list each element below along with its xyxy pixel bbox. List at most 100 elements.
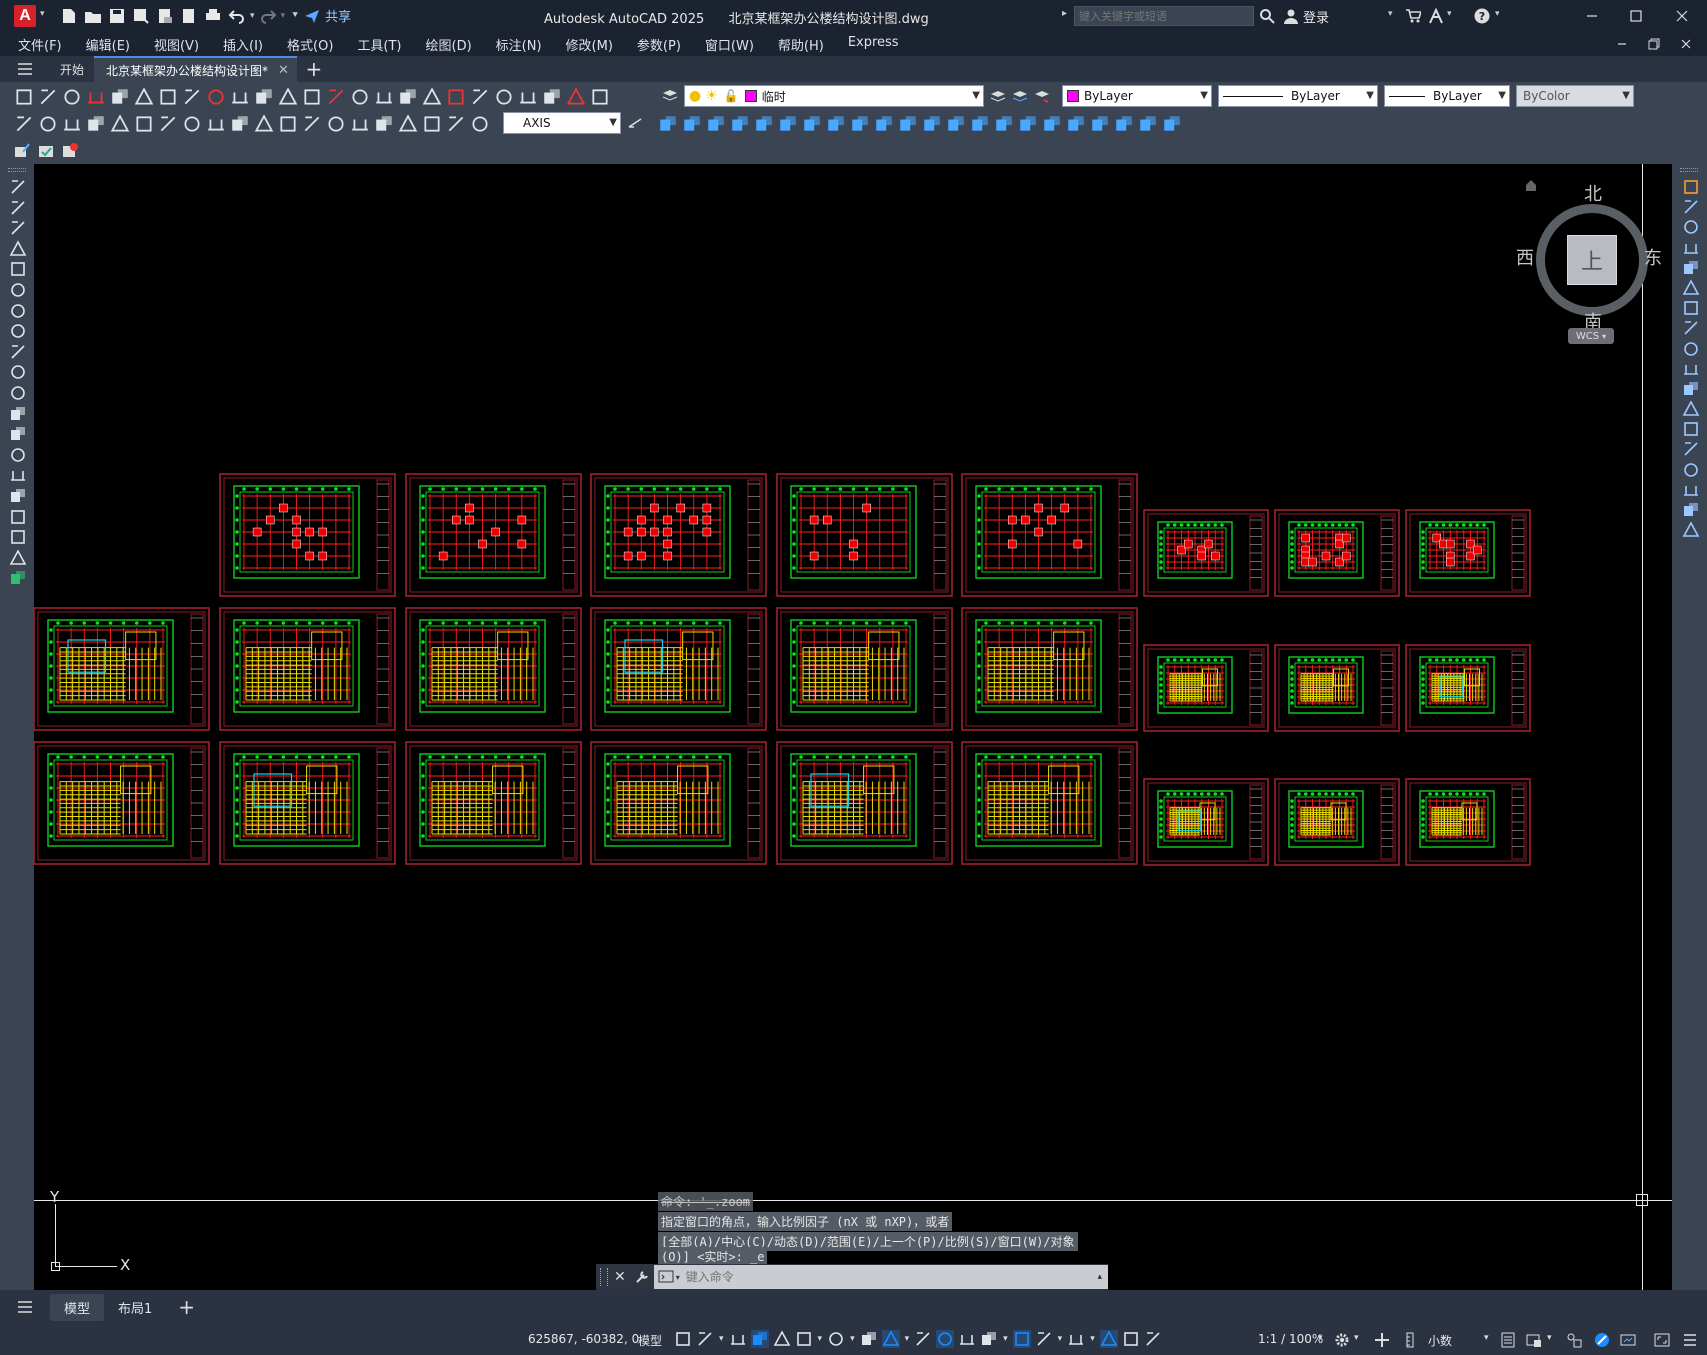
rotate-icon[interactable]: [1682, 299, 1700, 317]
baseline-dim-icon[interactable]: [230, 114, 250, 134]
clean-screen-icon[interactable]: [1620, 1332, 1636, 1348]
radius-dim-icon[interactable]: [110, 114, 130, 134]
isodraft-dropdown-icon[interactable]: ▾: [850, 1334, 855, 1344]
save-to-web-icon[interactable]: [180, 7, 198, 25]
jogged-dim-icon[interactable]: [134, 114, 154, 134]
multiline-text-icon[interactable]: [9, 549, 27, 567]
object-snap-icon[interactable]: [881, 1330, 900, 1348]
block-sync-icon[interactable]: [62, 142, 78, 158]
workspace-dropdown-icon[interactable]: ▾: [1354, 1333, 1359, 1343]
extract-edges-icon[interactable]: [850, 114, 870, 134]
ellipse-arc-icon[interactable]: [9, 384, 27, 402]
search-expand-icon[interactable]: ▸: [1062, 8, 1067, 19]
extend-icon[interactable]: [1682, 380, 1700, 398]
wcs-menu[interactable]: WCS ▾: [1568, 328, 1614, 344]
dimstyle-dropdown[interactable]: AXIS ▼: [503, 112, 621, 134]
quick-properties-icon[interactable]: [1500, 1332, 1516, 1348]
redo-tb-icon[interactable]: [326, 87, 346, 107]
arc-icon[interactable]: [9, 281, 27, 299]
palette-grip[interactable]: [8, 168, 26, 172]
command-history-toggle-icon[interactable]: ▴: [1097, 1272, 1102, 1282]
polar-dropdown-icon[interactable]: ▾: [818, 1334, 823, 1344]
coordinates-readout[interactable]: 625867, -60382, 0: [528, 1332, 639, 1346]
minimize-window-icon[interactable]: [1584, 8, 1600, 24]
insert-block-icon[interactable]: [9, 405, 27, 423]
ellipse-icon[interactable]: [9, 363, 27, 381]
rotate-faces-icon[interactable]: [1138, 114, 1158, 134]
paste-icon[interactable]: [230, 87, 250, 107]
erase-icon[interactable]: [1682, 178, 1700, 196]
tab-close-icon[interactable]: ✕: [278, 63, 289, 78]
redo-dropdown-icon[interactable]: ▾: [281, 11, 286, 21]
undo-dropdown-icon[interactable]: ▾: [250, 11, 255, 21]
polyline-icon[interactable]: [9, 219, 27, 237]
break-at-point-icon[interactable]: [1682, 400, 1700, 418]
object-snap-tracking-icon[interactable]: [860, 1330, 878, 1348]
imprint-icon[interactable]: [826, 114, 846, 134]
snap-dropdown-icon[interactable]: ▾: [719, 1334, 724, 1344]
command-customize-icon[interactable]: [634, 1269, 650, 1285]
new-tab-button[interactable]: +: [297, 56, 331, 82]
annotation-monitor-icon[interactable]: [1374, 1332, 1390, 1348]
tool-palettes-icon[interactable]: [494, 87, 514, 107]
model-space-canvas[interactable]: 北 南 西 东 上 WCS ▾ Y X 命令: '_.zoom 指定窗口的角点，…: [34, 164, 1672, 1290]
explode-icon[interactable]: [1682, 521, 1700, 539]
annotation-visibility-icon[interactable]: [1099, 1330, 1118, 1348]
command-close-icon[interactable]: ✕: [614, 1269, 626, 1285]
block-editor-icon[interactable]: [14, 142, 30, 158]
lineweight-dropdown[interactable]: ByLayer ▼: [1384, 85, 1510, 107]
viewcube-home-icon[interactable]: [1524, 178, 1538, 192]
array-icon[interactable]: [1682, 259, 1700, 277]
qnew-icon[interactable]: [14, 87, 34, 107]
point-icon[interactable]: [9, 446, 27, 464]
dim-update-icon[interactable]: [470, 114, 490, 134]
menu-item[interactable]: 格式(O): [275, 35, 345, 54]
plot-icon[interactable]: [204, 7, 222, 25]
file-tabs-menu-icon[interactable]: [0, 56, 50, 82]
3d-osnap-dropdown-icon[interactable]: ▾: [1003, 1334, 1008, 1344]
command-line-grip[interactable]: [600, 1268, 608, 1286]
selection-filter-icon[interactable]: [1035, 1330, 1053, 1348]
move-faces-icon[interactable]: [1114, 114, 1134, 134]
shell-icon[interactable]: [898, 114, 918, 134]
dim-break-icon[interactable]: [302, 114, 322, 134]
add-layout-button[interactable]: +: [166, 1295, 207, 1319]
3d-osnap-icon[interactable]: [980, 1330, 998, 1348]
join-icon[interactable]: [1682, 440, 1700, 458]
workspace-gear-icon[interactable]: [1334, 1332, 1350, 1348]
doc-restore-icon[interactable]: [1646, 36, 1662, 52]
login-dropdown-icon[interactable]: ▾: [1388, 9, 1393, 19]
plotstyle-dropdown-arrow-icon[interactable]: ▼: [1622, 90, 1630, 101]
help-icon[interactable]: ?: [1474, 8, 1490, 24]
stretch-icon[interactable]: [1682, 340, 1700, 358]
trim-icon[interactable]: [1682, 360, 1700, 378]
close-window-icon[interactable]: [1674, 8, 1690, 24]
zoom-previous-icon[interactable]: [422, 87, 442, 107]
copy-object-icon[interactable]: [1682, 198, 1700, 216]
layer-dropdown[interactable]: ● ☀ 🔓 临时 ▼: [684, 85, 984, 107]
search-input[interactable]: [1074, 6, 1254, 26]
share-icon[interactable]: [303, 7, 321, 25]
layer-match-icon[interactable]: [1012, 88, 1028, 104]
units-icon[interactable]: [1402, 1332, 1418, 1348]
app-logo[interactable]: A: [14, 5, 36, 27]
transparency-icon[interactable]: [936, 1330, 955, 1348]
move-icon[interactable]: [1682, 279, 1700, 297]
compass-east[interactable]: 东: [1644, 244, 1662, 270]
undo-tb-icon[interactable]: [302, 87, 322, 107]
design-center-icon[interactable]: [470, 87, 490, 107]
layout-menu-icon[interactable]: [0, 1300, 50, 1314]
help-dropdown-icon[interactable]: ▾: [1495, 9, 1500, 19]
color-dropdown[interactable]: ByLayer ▼: [1062, 85, 1212, 107]
inspect-icon[interactable]: [374, 114, 394, 134]
undo-icon[interactable]: [228, 7, 246, 25]
extrude-icon[interactable]: [730, 114, 750, 134]
line-icon[interactable]: [9, 178, 27, 196]
make-block-icon[interactable]: [9, 425, 27, 443]
menu-item[interactable]: 修改(M): [554, 35, 625, 54]
linetype-dropdown-arrow-icon[interactable]: ▼: [1366, 90, 1374, 101]
offset-icon[interactable]: [1682, 239, 1700, 257]
gizmo-icon[interactable]: [1067, 1330, 1085, 1348]
angular-dim-icon[interactable]: [182, 114, 202, 134]
tolerance-icon[interactable]: [326, 114, 346, 134]
